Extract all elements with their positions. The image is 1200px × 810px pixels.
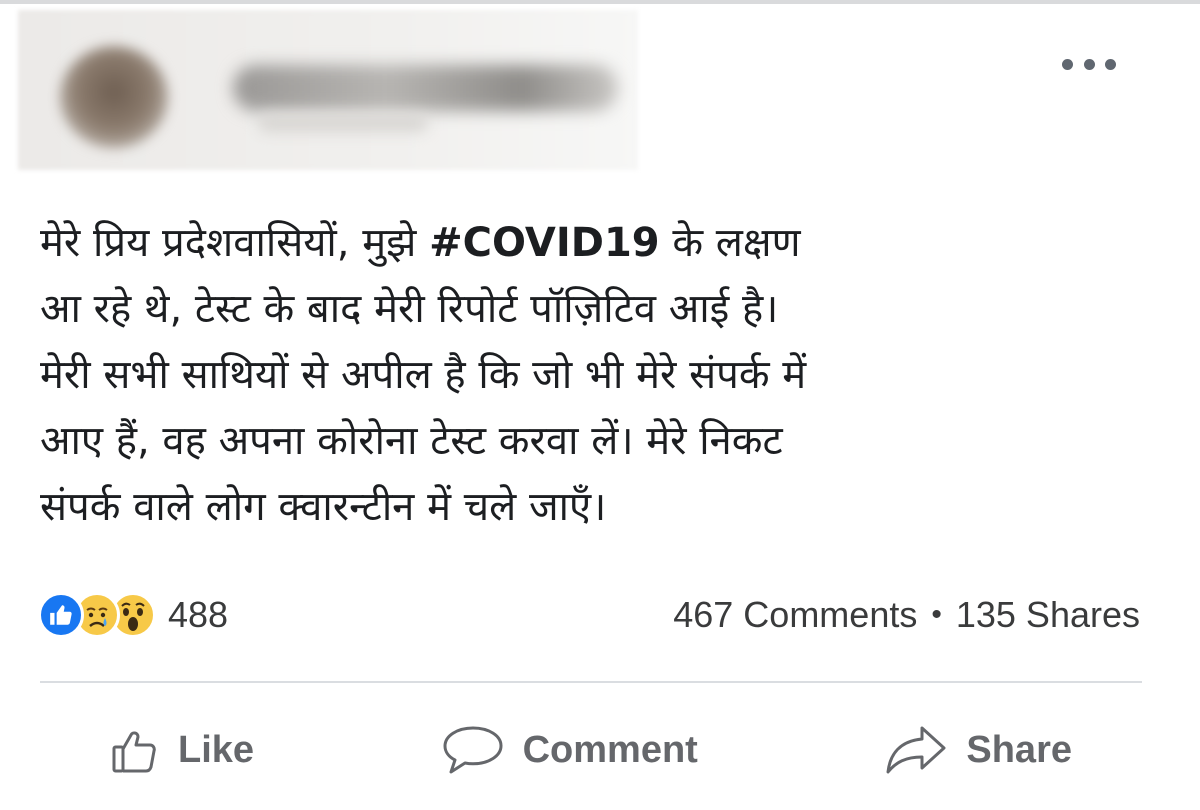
post-text-segment: मेरे प्रिय प्रदेशवासियों, मुझे [40, 220, 430, 266]
thumbs-up-icon [112, 731, 156, 773]
more-options-button[interactable] [1058, 52, 1120, 76]
post-text-line: आ रहे थे, टेस्ट के बाद मेरी रिपोर्ट पॉज़… [40, 286, 779, 332]
post-text: मेरे प्रिय प्रदेशवासियों, मुझे #COVID19 … [40, 210, 1150, 540]
post-meta-blurred [258, 114, 428, 132]
comments-count[interactable]: 467 Comments [673, 594, 917, 636]
reactions-summary[interactable]: 488 [38, 590, 228, 640]
post-text-line: मेरे प्रिय प्रदेशवासियों, मुझे #COVID19 … [40, 210, 1150, 276]
avatar[interactable] [60, 46, 168, 148]
post-text-segment: के लक्षण [659, 220, 801, 266]
post-text-line: संपर्क वाले लोग क्वारन्टीन में चले जाएँ। [40, 484, 607, 530]
like-button[interactable]: Like [110, 725, 254, 775]
post-text-line: आए हैं, वह अपना कोरोना टेस्ट करवा लें। म… [40, 418, 783, 464]
share-label: Share [966, 728, 1072, 771]
post-text-line: मेरी सभी साथियों से अपील है कि जो भी मेर… [40, 352, 807, 398]
more-dot-icon [1105, 58, 1116, 70]
post-header [18, 10, 638, 170]
divider [40, 681, 1142, 683]
author-name-blurred[interactable] [233, 65, 618, 111]
more-dot-icon [1062, 58, 1073, 70]
top-border [0, 0, 1200, 4]
post-stats: 467 Comments • 135 Shares [673, 590, 1140, 640]
reaction-count[interactable]: 488 [168, 594, 228, 636]
comment-label: Comment [522, 728, 698, 771]
comment-icon [443, 726, 503, 774]
share-button[interactable]: Share [884, 724, 1072, 776]
hashtag-link[interactable]: #COVID19 [429, 220, 660, 266]
like-icon [38, 592, 84, 638]
comment-button[interactable]: Comment [441, 724, 698, 776]
action-bar: Like Comment Share [40, 705, 1142, 795]
share-arrow-icon [886, 726, 946, 774]
shares-count[interactable]: 135 Shares [956, 594, 1140, 636]
more-dot-icon [1083, 58, 1095, 70]
like-label: Like [178, 728, 255, 771]
stats-separator: • [931, 598, 942, 631]
